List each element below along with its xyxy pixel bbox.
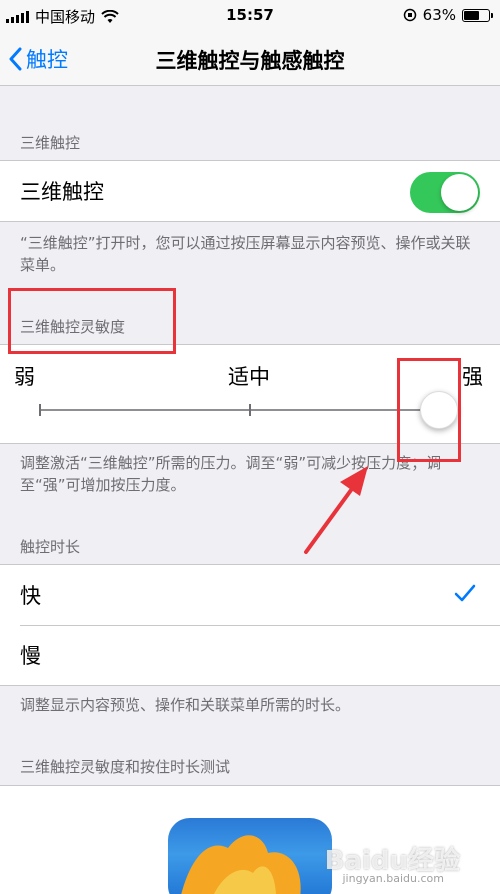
watermark-url: jingyan.baidu.com: [342, 872, 444, 885]
annotation-arrow-icon: [304, 466, 368, 554]
